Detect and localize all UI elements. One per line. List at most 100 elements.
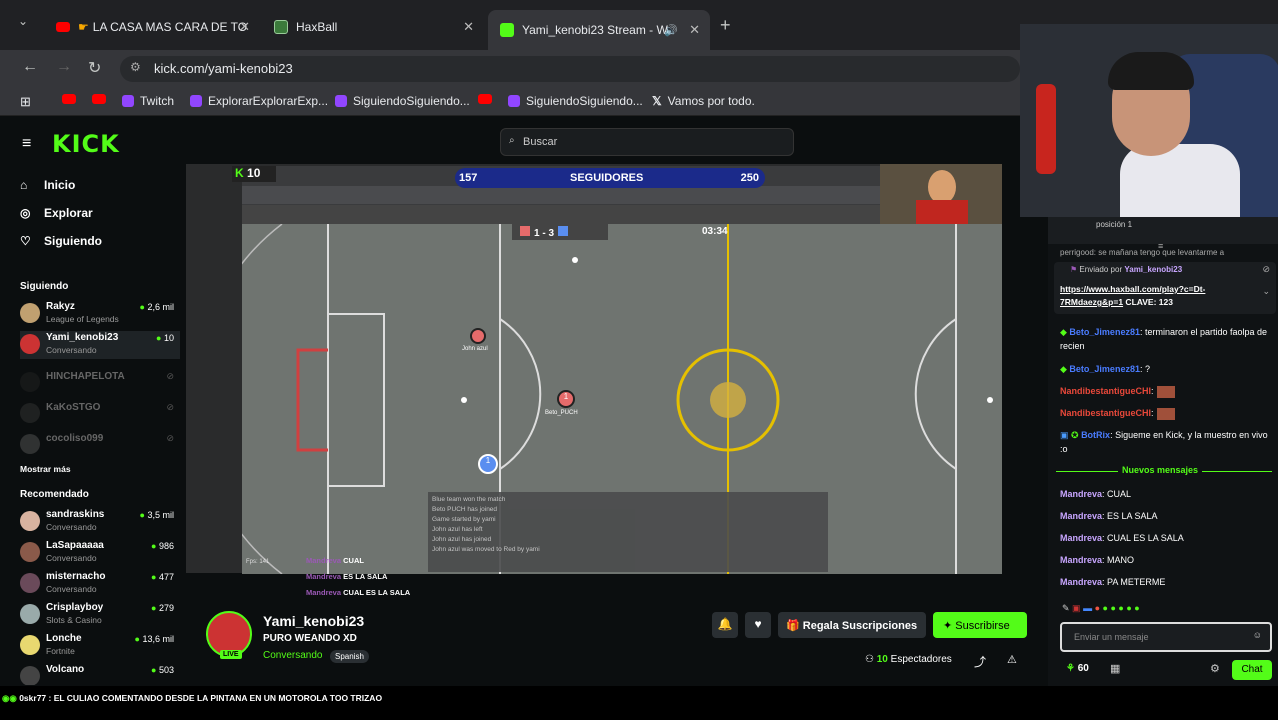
channel-name: LaSapaaaaa <box>46 540 104 551</box>
chevron-down-icon[interactable]: ⌄ <box>1262 286 1270 297</box>
follower-count: 157 <box>459 172 478 184</box>
url-text: kick.com/yami-kenobi23 <box>154 61 293 76</box>
channel-category: Conversando <box>46 345 97 355</box>
close-icon[interactable]: ✕ <box>689 22 700 38</box>
bookmark-siguiendo-2[interactable]: SiguiendoSiguiendo... <box>508 94 643 108</box>
star-icon: ✦ <box>943 620 956 632</box>
url-field[interactable]: ⚙ kick.com/yami-kenobi23 <box>120 56 1020 82</box>
home-icon: ⌂ <box>20 178 28 192</box>
subscribe-button[interactable]: ✦ Suscribirse <box>933 612 1027 638</box>
nav-label: Explorar <box>44 206 93 220</box>
stream-title: PURO WEANDO XD <box>263 633 357 644</box>
avatar <box>20 604 40 624</box>
bookmark-twitch[interactable]: Twitch <box>122 94 174 108</box>
menu-icon[interactable]: ≡ <box>22 135 31 153</box>
close-icon[interactable]: ✕ <box>463 19 474 35</box>
player-red-icon: 1 <box>557 390 575 408</box>
avatar <box>20 666 40 685</box>
chat-input[interactable]: Enviar un mensaje ☺ <box>1060 622 1272 652</box>
bookmark-youtube-2[interactable] <box>92 94 112 104</box>
bookmark-x[interactable]: 𝕏 Vamos por todo. <box>652 94 755 108</box>
report-icon[interactable]: ⚠ <box>1007 653 1017 666</box>
bookmark-label: SiguiendoSiguiendo... <box>353 94 470 108</box>
nav-explorar[interactable]: ◎ Explorar <box>20 206 93 220</box>
offline-icon: ⊘ <box>166 402 174 412</box>
channel-name: misternacho <box>46 571 106 582</box>
viewer-count: ● 10 <box>156 333 174 343</box>
emote-icon <box>1156 407 1175 420</box>
ticker-user: 0skr77 <box>19 693 47 703</box>
unpin-icon[interactable]: ⊘ <box>1262 264 1270 275</box>
bookmark-youtube[interactable] <box>62 94 82 104</box>
chat-send-button[interactable]: Chat <box>1232 660 1272 680</box>
bookmark-siguiendo[interactable]: SiguiendoSiguiendo... <box>335 94 470 108</box>
pinned-message: ⚑ Enviado por Yami_kenobi23 https://www.… <box>1054 262 1276 314</box>
language-tag[interactable]: Spanish <box>330 650 369 663</box>
tab-search-icon[interactable]: ⌄ <box>18 14 28 28</box>
close-icon[interactable]: ✕ <box>239 19 250 35</box>
sidebar-channel-rec[interactable]: Crisplayboy Slots & Casino ● 279 <box>20 601 180 629</box>
heart-icon[interactable]: ♥ <box>745 612 771 638</box>
sidebar-channel-kakostgo[interactable]: KaKoSTGO ⊘ <box>20 400 180 428</box>
channel-category: Conversando <box>46 522 97 532</box>
channel-name: sandraskins <box>46 509 105 520</box>
bell-icon[interactable]: 🔔 <box>712 612 738 638</box>
speaker-icon[interactable]: 🔊 <box>664 24 678 37</box>
sidebar-channel-rec[interactable]: LaSapaaaaa Conversando ● 986 <box>20 539 180 567</box>
viewer-count: ● 2,6 mil <box>139 302 174 312</box>
sidebar-channel-rec[interactable]: misternacho Conversando ● 477 <box>20 570 180 598</box>
emote-bar[interactable]: ✎ ▣ ▬ ● ● ● ● ● ● <box>1062 603 1272 617</box>
search-input[interactable]: ⌕ Buscar <box>500 128 794 156</box>
sidebar-channel-cocoliso[interactable]: cocoliso099 ⊘ <box>20 431 180 459</box>
user-icon: ⚇ <box>865 654 877 665</box>
streamer-name[interactable]: Yami_kenobi23 <box>263 613 364 629</box>
sidebar-channel-hinchapelota[interactable]: HINCHAPELOTA ⊘ <box>20 369 180 397</box>
bookmark-explorar[interactable]: ExplorarExplorarExp... <box>190 94 328 108</box>
kick-logo[interactable]: KICK <box>52 130 120 158</box>
game-log: Blue team won the match Beto PUCH has joi… <box>428 492 828 572</box>
tab-kick[interactable]: Yami_kenobi23 Stream - W 🔊 ✕ <box>488 10 710 50</box>
chat-message: Mandreva: ES LA SALA <box>1060 511 1158 521</box>
twitch-icon <box>335 95 347 107</box>
viewer-count: ● 279 <box>151 603 174 613</box>
channel-name: Rakyz <box>46 301 75 312</box>
gift-subs-button[interactable]: 🎁 Regala Suscripciones <box>778 612 926 638</box>
viewer-count: ● 477 <box>151 572 174 582</box>
emote-icon <box>1156 385 1175 398</box>
overlay-kick-counter: K 10 <box>232 166 276 182</box>
bookmark-youtube-3[interactable] <box>478 94 498 104</box>
share-icon[interactable]: ⤴ <box>974 653 986 670</box>
chat-message: Mandreva: MANO <box>1060 555 1135 565</box>
gift-icon: 🎁 <box>786 620 803 632</box>
tab-youtube[interactable]: ☛ LA CASA MAS CARA DE TO ✕ <box>44 12 260 42</box>
gear-icon[interactable]: ⚙ <box>1210 662 1220 675</box>
apps-icon[interactable]: ⊞ <box>20 94 31 110</box>
viewer-count: ● 3,5 mil <box>139 510 174 520</box>
sidebar-channel-rec[interactable]: Volcano ● 503 <box>20 663 180 685</box>
pin-icon: ⚑ <box>1070 265 1078 274</box>
sidebar-channel-rec[interactable]: sandraskins Conversando ● 3,5 mil <box>20 508 180 536</box>
reload-icon[interactable]: ↻ <box>88 58 101 78</box>
tab-haxball[interactable]: HaxBall ✕ <box>262 12 484 42</box>
channel-category: Conversando <box>46 553 97 563</box>
follower-label: SEGUIDORES <box>570 172 644 184</box>
nav-siguiendo[interactable]: ♡ Siguiendo <box>20 234 102 248</box>
streamer-cam-overlay <box>880 164 1002 230</box>
sidebar-channel-rakyz[interactable]: Rakyz League of Legends ● 2,6 mil <box>20 300 180 328</box>
emoji-icon[interactable]: ☺ <box>1253 630 1262 640</box>
fps-counter: Fps: 141 <box>246 559 270 565</box>
back-icon[interactable]: ← <box>22 58 38 76</box>
channel-points[interactable]: ⚘ 60 <box>1066 663 1089 674</box>
show-more-link[interactable]: Mostrar más <box>20 464 71 474</box>
sidebar-channel-yami[interactable]: Yami_kenobi23 Conversando ● 10 <box>20 331 180 359</box>
stream-category[interactable]: Conversando <box>263 650 322 661</box>
nav-inicio[interactable]: ⌂ Inicio <box>20 178 75 192</box>
search-placeholder: Buscar <box>523 136 558 148</box>
forward-icon[interactable]: → <box>56 58 72 76</box>
twitch-icon <box>508 95 520 107</box>
new-tab-icon[interactable]: + <box>720 15 731 36</box>
chat-message: ▣ ✪ BotRix: Sigueme en Kick, y la muestr… <box>1060 430 1268 454</box>
site-info-icon[interactable]: ⚙ <box>130 60 141 74</box>
calendar-icon[interactable]: ▦ <box>1110 662 1120 675</box>
sidebar-channel-rec[interactable]: Lonche Fortnite ● 13,6 mil <box>20 632 180 660</box>
